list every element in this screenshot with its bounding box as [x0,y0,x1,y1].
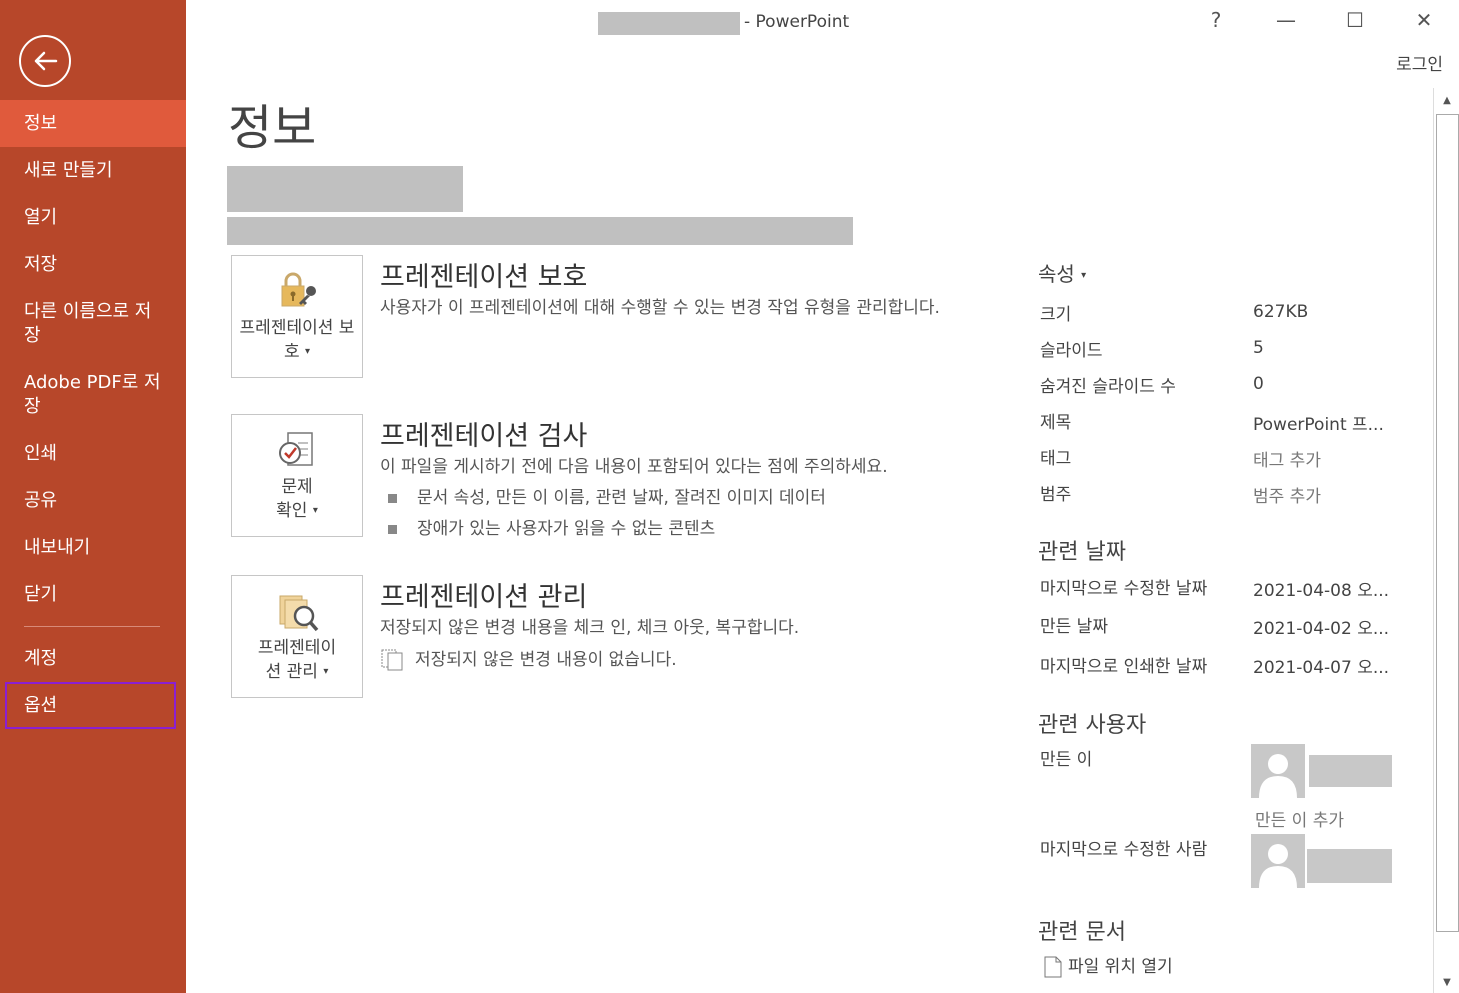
prop-label-last-printed: 마지막으로 인쇄한 날짜 [1040,657,1208,677]
backstage-sidebar: 정보 새로 만들기 열기 저장 다른 이름으로 저장 Adobe PDF로 저장… [0,0,186,993]
protect-presentation-button[interactable]: 프레젠테이션 보호 ▾ [231,255,363,378]
prop-value-last-printed: 2021-04-07 오... [1253,658,1390,678]
related-documents-title: 관련 문서 [1038,920,1126,945]
prop-label-author: 만든 이 [1040,750,1093,770]
manage-versions-icon [279,595,319,632]
prop-value-title[interactable]: PowerPoint 프... [1253,410,1384,435]
prop-value-hidden-slides: 0 [1253,374,1264,394]
bullet-square-icon [388,493,397,503]
nav-save[interactable]: 저장 [0,241,186,288]
scroll-down-icon[interactable]: ▼ [1438,972,1456,993]
help-button[interactable]: ? [1196,8,1236,36]
page-title: 정보 [228,100,317,156]
manage-note: 저장되지 않은 변경 내용이 없습니다. [381,645,677,671]
nav-print[interactable]: 인쇄 [0,430,186,477]
nav-new[interactable]: 새로 만들기 [0,147,186,194]
protect-title: 프레젠테이션 보호 [380,262,588,293]
vertical-scrollbar[interactable]: ▲ ▼ [1433,88,1459,993]
prop-value-size: 627KB [1253,302,1309,322]
add-author-field[interactable]: 만든 이 추가 [1255,806,1344,831]
add-tag-field[interactable]: 태그 추가 [1253,446,1321,471]
scrollbar-thumb[interactable] [1436,114,1459,932]
backstage-nav: 정보 새로 만들기 열기 저장 다른 이름으로 저장 Adobe PDF로 저장… [0,100,186,729]
nav-options[interactable]: 옵션 [5,682,176,729]
prop-label-category: 범주 [1040,485,1072,505]
manage-title: 프레젠테이션 관리 [380,582,588,613]
manage-presentation-button[interactable]: 프레젠테이 션 관리 ▾ [231,575,363,698]
back-arrow-icon [34,51,58,71]
nav-save-as[interactable]: 다른 이름으로 저장 [0,288,186,359]
inspect-description: 이 파일을 게시하기 전에 다음 내용이 포함되어 있다는 점에 주의하세요. [380,457,888,477]
redacted-filename [598,12,740,35]
author-avatar-icon [1251,744,1305,798]
prop-label-created: 만든 날짜 [1040,617,1108,637]
minimize-button[interactable]: — [1266,8,1306,36]
protect-button-label: 프레젠테이션 보호 ▾ [239,318,355,362]
add-category-field[interactable]: 범주 추가 [1253,482,1321,507]
redacted-document-path [227,217,853,245]
prop-value-created: 2021-04-02 오... [1253,619,1390,639]
nav-divider [24,626,160,627]
properties-panel: 속성 ▾ 크기 627KB 슬라이드 5 숨겨진 슬라이드 수 0 제목 Pow… [1038,258,1418,978]
login-link[interactable]: 로그인 [1396,50,1443,75]
open-file-location-link[interactable]: 파일 위치 열기 [1044,952,1173,978]
related-people-title: 관련 사용자 [1038,713,1147,738]
documents-icon [381,649,403,671]
nav-share[interactable]: 공유 [0,477,186,524]
manage-presentation-label: 프레젠테이 션 관리 ▾ [257,638,337,682]
maximize-button[interactable]: ☐ [1335,8,1375,36]
prop-value-slides: 5 [1253,338,1264,358]
prop-label-last-modified: 마지막으로 수정한 날짜 [1040,579,1208,599]
prop-label-last-modified-by: 마지막으로 수정한 사람 [1040,840,1208,860]
nav-open[interactable]: 열기 [0,194,186,241]
dropdown-caret-icon: ▾ [323,666,329,677]
check-issues-button[interactable]: 문제 확인 ▾ [231,414,363,537]
related-dates-title: 관련 날짜 [1038,540,1126,565]
nav-account[interactable]: 계정 [0,635,186,682]
bullet-square-icon [388,524,397,534]
window-title: - PowerPoint [744,12,850,32]
dropdown-caret-icon: ▾ [312,505,318,516]
prop-label-hidden-slides: 숨겨진 슬라이드 수 [1040,377,1176,397]
lock-key-icon [281,272,316,307]
check-issues-label: 문제 확인 ▾ [276,477,318,521]
inspect-title: 프레젠테이션 검사 [380,421,588,452]
prop-label-tags: 태그 [1040,449,1072,469]
prop-label-size: 크기 [1040,305,1072,325]
inspect-document-icon [279,432,313,466]
dropdown-caret-icon: ▾ [305,346,311,357]
redacted-modifier-name [1307,849,1392,883]
nav-close[interactable]: 닫기 [0,571,186,618]
dropdown-caret-icon: ▾ [1081,270,1087,281]
nav-info[interactable]: 정보 [0,100,186,147]
nav-export[interactable]: 내보내기 [0,524,186,571]
modifier-avatar-icon [1251,834,1305,888]
prop-label-title: 제목 [1040,413,1072,433]
properties-dropdown[interactable]: 속성 ▾ [1038,258,1418,287]
title-bar: - PowerPoint ? — ☐ ✕ [186,0,1459,46]
protect-description: 사용자가 이 프레젠테이션에 대해 수행할 수 있는 변경 작업 유형을 관리합… [380,298,940,318]
back-button[interactable] [19,35,71,87]
inspect-bullet: 문서 속성, 만든 이 이름, 관련 날짜, 잘려진 이미지 데이터 [388,483,826,508]
manage-description: 저장되지 않은 변경 내용을 체크 인, 체크 아웃, 복구합니다. [380,618,800,638]
inspect-bullet: 장애가 있는 사용자가 읽을 수 없는 콘텐츠 [388,514,715,539]
redacted-document-name [227,166,463,212]
redacted-author-name [1309,755,1392,787]
document-icon [1044,956,1062,978]
close-button[interactable]: ✕ [1404,8,1444,36]
prop-value-last-modified: 2021-04-08 오... [1253,581,1390,601]
scroll-up-icon[interactable]: ▲ [1438,90,1456,112]
nav-save-as-adobe-pdf[interactable]: Adobe PDF로 저장 [0,359,186,430]
prop-label-slides: 슬라이드 [1040,341,1103,361]
